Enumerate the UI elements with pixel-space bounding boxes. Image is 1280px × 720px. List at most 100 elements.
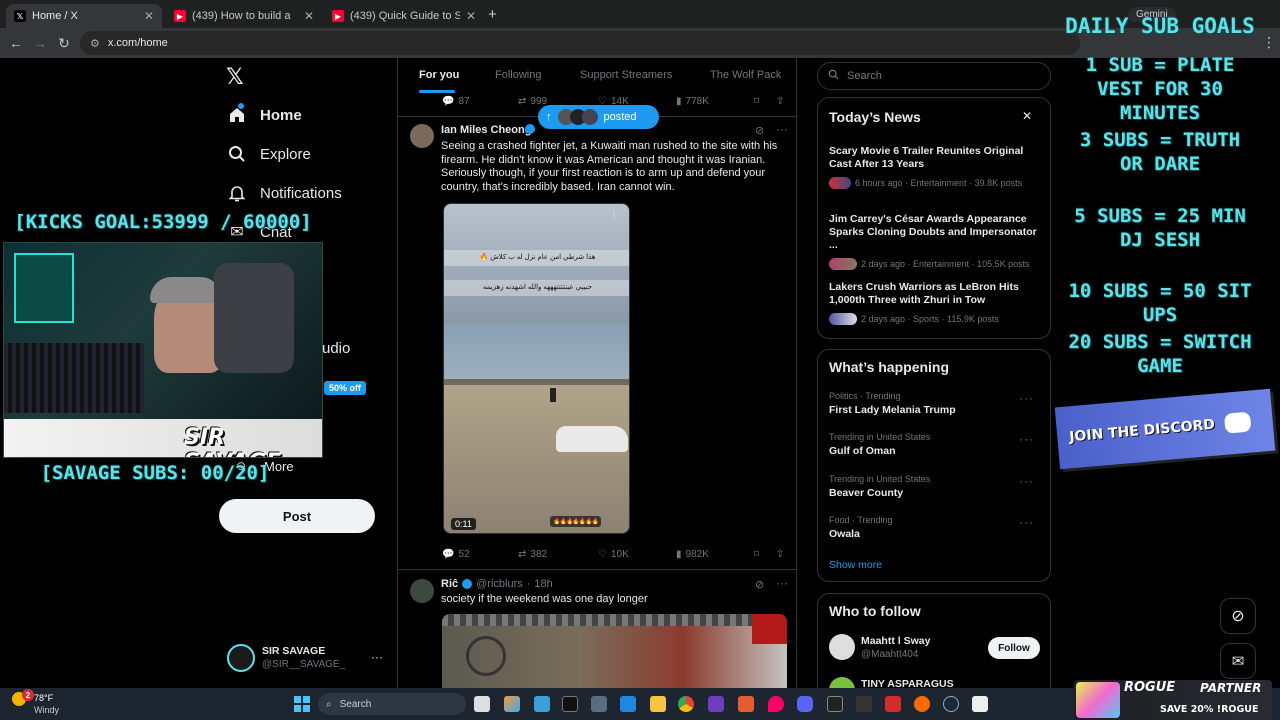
news-item[interactable]: Lakers Crush Warriors as LeBron Hits 1,0… [829,281,1044,325]
close-icon[interactable]: ✕ [304,9,314,23]
tab-youtube-gun[interactable]: ▶ (439) How to build a GUN in g ✕ [166,4,322,28]
new-tab-icon[interactable]: + [488,6,497,23]
reload-icon[interactable]: ↻ [52,35,76,52]
trend-more-icon[interactable]: ··· [1019,432,1034,446]
views-button[interactable]: ▮ 982K [676,549,709,560]
app-icon[interactable] [591,696,607,712]
news-item[interactable]: Jim Carrey's César Awards Appearance Spa… [829,213,1044,270]
trend-more-icon[interactable]: ··· [1019,474,1034,488]
tab-wolf-pack[interactable]: The Wolf Pack [710,69,781,81]
app-icon[interactable] [562,696,578,712]
trend-item[interactable]: Trending in United States Gulf of Oman ·… [829,432,1044,457]
file-explorer-icon[interactable] [650,696,666,712]
tab-youtube-suppressor[interactable]: ▶ (439) Quick Guide to Suppresso ✕ [324,4,484,28]
trend-more-icon[interactable]: ··· [1019,515,1034,529]
video-options-icon[interactable]: ⋮ [610,210,618,219]
tab-title: (439) Quick Guide to Suppresso [350,10,460,22]
x-logo-icon[interactable]: 𝕏 [226,64,244,90]
nav-notifications[interactable]: Notifications [228,184,342,202]
steam-icon[interactable] [943,696,959,712]
nav-home[interactable]: Home [228,103,302,124]
tweet-more-icon[interactable]: ··· [776,576,788,590]
user-name[interactable]: Maahtt l Sway [861,635,930,647]
app-icon[interactable] [708,696,724,712]
bookmark-icon[interactable]: ⌑ [754,96,759,107]
app-icon[interactable] [620,696,636,712]
back-icon[interactable]: ← [4,35,28,51]
follow-button[interactable]: Follow [988,637,1040,659]
app-icon[interactable] [738,696,754,712]
avatar-group [829,258,857,270]
weather-icon[interactable]: 2 [12,689,34,712]
close-icon[interactable]: ✕ [1022,109,1032,123]
new-posts-pill[interactable]: ↑ posted [538,105,659,129]
app-icon[interactable] [972,696,988,712]
windows-start-icon[interactable] [294,696,310,712]
repost-button[interactable]: ⇄ 382 [518,549,547,560]
grok-button[interactable]: ⊘ [1220,598,1256,634]
copilot-icon[interactable] [504,696,520,712]
task-view-icon[interactable] [474,696,490,712]
trend-item[interactable]: Food · Trending Owala ··· [829,515,1044,540]
tweet-video[interactable]: هذا شرطي امن عام نزل له ب كلاش 🔥 حبيبي ع… [443,203,630,534]
messages-button[interactable]: ✉ [1220,643,1256,679]
avatar[interactable] [410,124,434,148]
avatar[interactable] [829,634,855,660]
avatar-group [829,177,851,189]
account-name: SIR SAVAGE [262,645,326,657]
nav-explore[interactable]: Explore [228,145,311,163]
tweet-more-icon[interactable]: ··· [776,122,788,136]
maps-icon[interactable] [768,696,784,712]
forward-icon[interactable]: → [28,35,52,51]
tab-support-streamers[interactable]: Support Streamers [580,69,672,81]
site-settings-icon[interactable]: ⚙ [90,37,100,50]
grok-icon[interactable]: ⊘ [755,124,764,137]
share-icon[interactable]: ⇪ [776,96,784,107]
tab-for-you[interactable]: For you [419,69,459,81]
views-button[interactable]: ▮ 778K [676,96,709,107]
capcut-icon[interactable] [827,696,843,712]
tweet-handle[interactable]: @ricblurs [476,578,523,590]
discord-icon[interactable] [797,696,813,712]
avatar [227,644,255,672]
account-more-icon[interactable]: ··· [371,650,383,664]
trend-more-icon[interactable]: ··· [1019,391,1034,405]
tab-home-x[interactable]: 𝕏 Home / X ✕ [6,4,162,28]
reply-button[interactable]: 💬 87 [442,96,470,107]
close-icon[interactable]: ✕ [144,9,154,23]
tweet-time[interactable]: 18h [534,578,552,590]
close-icon[interactable]: ✕ [466,9,476,23]
like-button[interactable]: ♡ 10K [598,549,629,560]
menu-icon[interactable]: ⋮ [1262,34,1276,51]
discord-banner: JOIN THE DISCORD [1054,388,1276,470]
taskbar-search[interactable]: ⌕ Search [318,693,466,715]
post-button[interactable]: Post [219,499,375,533]
tweet-author-name[interactable]: Riĉ [441,578,458,590]
url-bar[interactable]: ⚙ x.com/home [80,31,1080,55]
tweet-header: Riĉ @ricblurs · 18h [441,578,553,590]
app-icon[interactable] [856,696,872,712]
app-icon[interactable] [885,696,901,712]
show-more-link[interactable]: Show more [829,559,882,571]
tweet-image[interactable] [442,614,787,688]
news-item[interactable]: Scary Movie 6 Trailer Reunites Original … [829,145,1044,189]
app-icon[interactable] [914,696,930,712]
reply-button[interactable]: 💬 52 [442,549,470,560]
bookmark-icon[interactable]: ⌑ [754,549,759,560]
tweet-author-name[interactable]: Ian Miles Cheong [441,124,531,136]
search-input[interactable]: Search [817,62,1051,90]
repost-button[interactable]: ⇄ 999 [518,96,547,107]
avatar[interactable] [410,579,434,603]
nav-spaces[interactable]: udio [322,340,350,357]
card-title: Who to follow [829,603,921,619]
app-icon[interactable] [534,696,550,712]
chrome-icon[interactable] [678,696,694,712]
share-icon[interactable]: ⇪ [776,549,784,560]
tab-following[interactable]: Following [495,69,541,81]
trend-item[interactable]: Politics · Trending First Lady Melania T… [829,391,1044,416]
trend-item[interactable]: Trending in United States Beaver County … [829,474,1044,499]
account-switcher[interactable]: SIR SAVAGE @SIR__SAVAGE_ ··· [227,644,397,674]
youtube-icon: ▶ [174,10,186,22]
premium-discount-badge[interactable]: 50% off [324,381,367,395]
grok-icon[interactable]: ⊘ [755,578,764,591]
